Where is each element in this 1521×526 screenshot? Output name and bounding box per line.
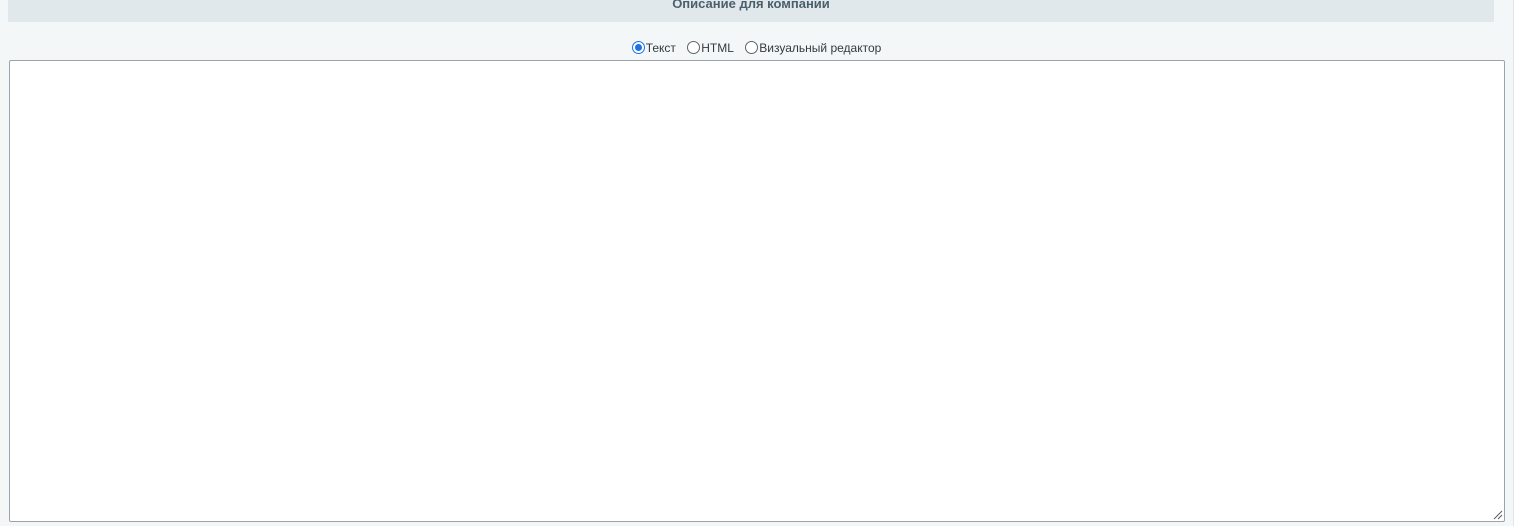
mode-label-html: HTML [701,41,734,55]
section-title: Описание для компании [672,0,830,11]
mode-option-html[interactable]: HTML [687,38,734,56]
description-textarea[interactable] [9,60,1505,522]
company-description-section: Описание для компании Текст HTML Визуаль… [0,0,1513,526]
radio-checked-icon[interactable] [631,40,645,54]
resize-grip-icon[interactable] [1491,508,1503,520]
mode-option-text[interactable]: Текст [631,38,676,56]
section-header: Описание для компании [8,0,1494,22]
editor-mode-switch: Текст HTML Визуальный редактор [0,38,1513,56]
radio-unchecked-icon[interactable] [745,40,759,54]
page-edge-strip [1513,0,1521,526]
mode-label-text: Текст [645,41,676,55]
mode-option-visual-editor[interactable]: Визуальный редактор [745,38,881,56]
radio-unchecked-icon[interactable] [687,40,701,54]
mode-label-visual-editor: Визуальный редактор [759,41,882,55]
